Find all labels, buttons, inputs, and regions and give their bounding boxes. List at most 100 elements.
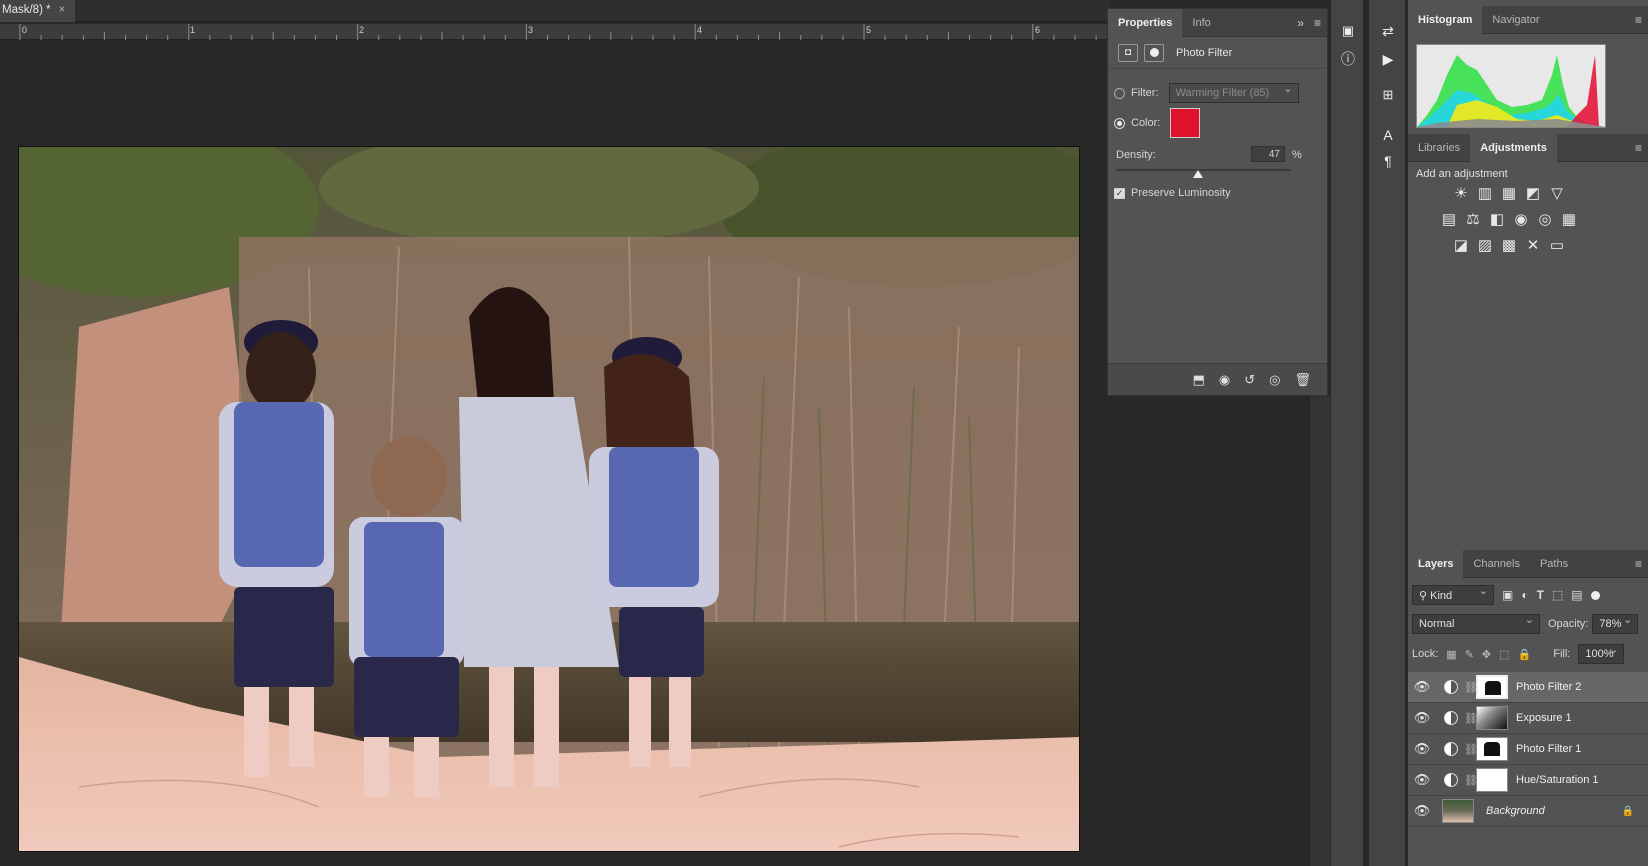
channel-mixer-icon[interactable]: ◎ [1534, 208, 1556, 230]
invert-icon[interactable]: ◪ [1450, 234, 1472, 256]
document-image[interactable] [18, 146, 1080, 852]
layer-row[interactable]: 👁 ⛓ Photo Filter 1 [1408, 734, 1648, 765]
preserve-luminosity-checkbox[interactable]: ✓ [1114, 187, 1125, 199]
clip-to-layer-icon[interactable]: ⬒ [1193, 372, 1205, 388]
eye-icon[interactable]: 👁 [1408, 710, 1436, 726]
reset-icon[interactable]: ↺ [1244, 372, 1255, 388]
layer-mask-thumbnail[interactable] [1476, 675, 1508, 699]
tab-layers[interactable]: Layers [1408, 549, 1464, 578]
layer-name[interactable]: Exposure 1 [1516, 712, 1572, 724]
fill-input[interactable]: 100% [1578, 643, 1625, 664]
brightness-contrast-icon[interactable]: ☀ [1450, 182, 1472, 204]
eye-icon[interactable]: 👁 [1408, 803, 1436, 819]
filter-toggle-icon[interactable] [1590, 590, 1600, 600]
view-previous-state-icon[interactable]: ◉ [1219, 372, 1230, 388]
play-actions-icon[interactable]: ▶ [1377, 48, 1399, 70]
layer-name[interactable]: Background [1486, 805, 1545, 817]
layer-row[interactable]: 👁 ⛓ Exposure 1 [1408, 703, 1648, 734]
histogram-curve [1417, 55, 1605, 127]
layer-name[interactable]: Hue/Saturation 1 [1516, 774, 1599, 786]
adjustment-filter-icon[interactable]: ◐ [1521, 588, 1528, 602]
color-balance-icon[interactable]: ⚖ [1462, 208, 1484, 230]
filter-row: Filter: Warming Filter (85) [1114, 82, 1299, 103]
lock-transparent-icon[interactable]: ▦ [1446, 648, 1456, 661]
tab-adjustments[interactable]: Adjustments [1470, 133, 1557, 162]
curves-icon[interactable]: ▦ [1498, 182, 1520, 204]
smart-object-filter-icon[interactable]: ▤ [1571, 588, 1582, 602]
lock-position-icon[interactable]: ✥ [1482, 648, 1491, 661]
eye-icon[interactable]: 👁 [1408, 679, 1436, 695]
black-white-icon[interactable]: ◧ [1486, 208, 1508, 230]
posterize-icon[interactable]: ▨ [1474, 234, 1496, 256]
panel-stack-icon[interactable]: ▣ [1337, 20, 1359, 42]
panel-menu-icon[interactable]: ≡ [1635, 557, 1648, 571]
layer-name[interactable]: Photo Filter 2 [1516, 681, 1581, 693]
threshold-icon[interactable]: ▩ [1498, 234, 1520, 256]
link-chain-icon[interactable]: ⛓ [1464, 743, 1478, 756]
filter-radio[interactable] [1114, 87, 1125, 99]
density-slider-track[interactable] [1116, 169, 1291, 178]
type-filter-icon[interactable]: T [1537, 588, 1544, 602]
levels-icon[interactable]: ▥ [1474, 182, 1496, 204]
layer-mask-thumbnail[interactable] [1476, 706, 1508, 730]
panel-menu-icon[interactable]: ≡ [1635, 13, 1648, 27]
color-swatch[interactable] [1170, 108, 1201, 138]
layer-mask-thumbnail[interactable] [1476, 737, 1508, 761]
tab-channels[interactable]: Channels [1463, 550, 1529, 578]
kind-filter-dropdown[interactable]: ⚲ Kind [1412, 584, 1494, 605]
density-input[interactable]: 47 [1251, 146, 1285, 162]
lock-artboard-icon[interactable]: ⬚ [1499, 648, 1509, 661]
blend-mode-dropdown[interactable]: Normal [1412, 613, 1540, 634]
tab-paths[interactable]: Paths [1530, 550, 1578, 578]
gradient-map-icon[interactable]: ▭ [1546, 234, 1568, 256]
lock-image-icon[interactable]: ✎ [1465, 648, 1474, 661]
selective-color-icon[interactable]: ✕ [1522, 234, 1544, 256]
visibility-icon[interactable]: ◎ [1269, 372, 1280, 388]
link-chain-icon[interactable]: ⛓ [1464, 774, 1478, 787]
link-chain-icon[interactable]: ⛓ [1464, 712, 1478, 725]
panel-menu-icon[interactable]: ≡ [1314, 16, 1327, 30]
tab-histogram[interactable]: Histogram [1408, 5, 1483, 34]
tab-libraries[interactable]: Libraries [1408, 134, 1470, 162]
tab-info[interactable]: Info [1182, 9, 1220, 37]
layer-mask-thumbnail[interactable] [1476, 768, 1508, 792]
mask-icon[interactable] [1144, 43, 1164, 62]
opacity-input[interactable]: 78% [1592, 613, 1639, 634]
info-icon[interactable]: ⓘ [1337, 48, 1359, 70]
color-radio[interactable] [1114, 117, 1125, 129]
eye-icon[interactable]: 👁 [1408, 772, 1436, 788]
density-slider-thumb[interactable] [1193, 170, 1204, 178]
lock-all-icon[interactable]: 🔒 [1518, 648, 1532, 661]
hue-saturation-icon[interactable]: ▤ [1438, 208, 1460, 230]
collapse-panel-icon[interactable]: » [1297, 16, 1314, 30]
layer-thumbnail[interactable] [1442, 799, 1474, 823]
document-tab[interactable]: Mask/8) * × [0, 0, 76, 22]
tab-properties[interactable]: Properties [1108, 8, 1183, 37]
layer-row[interactable]: 👁 Background 🔒 [1408, 796, 1648, 827]
close-icon[interactable]: × [59, 4, 66, 22]
tab-navigator[interactable]: Navigator [1482, 6, 1549, 34]
paragraph-icon[interactable]: ¶ [1377, 150, 1399, 172]
shape-filter-icon[interactable]: ⬚ [1552, 588, 1563, 602]
clone-source-icon[interactable]: ⊞ [1377, 84, 1399, 106]
filter-dropdown[interactable]: Warming Filter (85) [1168, 82, 1299, 103]
delete-icon[interactable]: 🗑 [1294, 372, 1311, 388]
layer-name[interactable]: Photo Filter 1 [1516, 743, 1581, 755]
layer-row[interactable]: 👁 ⛓ Hue/Saturation 1 [1408, 765, 1648, 796]
vibrance-icon[interactable]: ▽ [1546, 182, 1568, 204]
histogram-graph [1416, 44, 1606, 128]
exposure-icon[interactable]: ◩ [1522, 182, 1544, 204]
link-chain-icon[interactable]: ⛓ [1464, 681, 1478, 694]
eye-icon[interactable]: 👁 [1408, 741, 1436, 757]
color-lookup-icon[interactable]: ▦ [1558, 208, 1580, 230]
photo-filter-icon[interactable]: ◉ [1510, 208, 1532, 230]
character-icon[interactable]: A [1377, 124, 1399, 146]
pixel-filter-icon[interactable]: ▣ [1502, 588, 1513, 602]
ruler-label: 6 [1035, 25, 1041, 35]
history-icon[interactable]: ⇄ [1377, 20, 1399, 42]
properties-tab-bar: Properties Info » ≡ [1108, 8, 1327, 37]
adjustment-name: Photo Filter [1176, 46, 1233, 59]
panel-menu-icon[interactable]: ≡ [1635, 141, 1648, 155]
layer-row[interactable]: 👁 ⛓ Photo Filter 2 [1408, 672, 1648, 703]
ruler-label: 3 [528, 25, 534, 35]
